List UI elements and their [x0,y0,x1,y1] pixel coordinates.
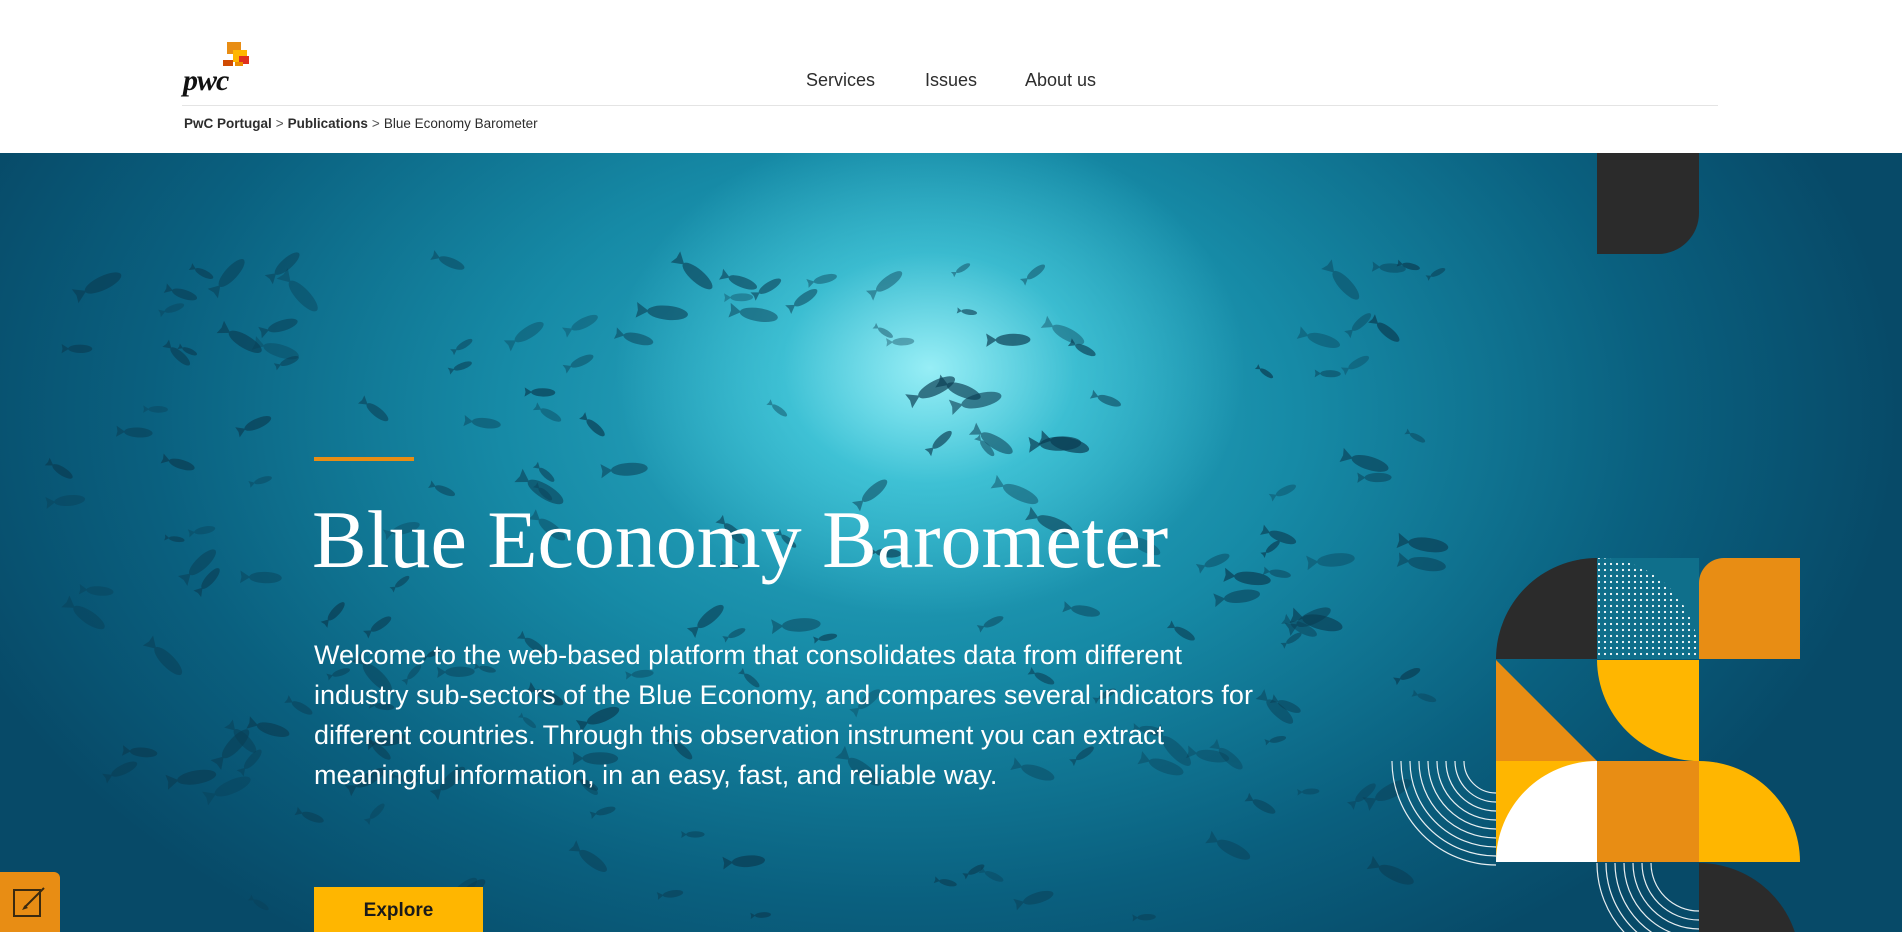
feedback-button[interactable] [0,872,60,932]
hero-title: Blue Economy Barometer [312,494,1169,585]
nav-item-issues[interactable]: Issues [925,70,977,91]
hero-banner: Blue Economy Barometer Welcome to the we… [0,153,1902,932]
hero-accent-line [314,457,414,461]
breadcrumb-current: Blue Economy Barometer [383,116,538,131]
breadcrumb-link-pwc-portugal[interactable]: PwC Portugal [184,116,272,131]
breadcrumb: PwC Portugal > Publications > Blue Economy B… [184,116,538,131]
explore-button[interactable]: Explore [314,887,483,932]
hero-description: Welcome to the web-based platform that c… [314,640,1253,790]
nav-divider [182,105,1718,106]
main-nav: Services Issues About us [0,70,1902,100]
nav-item-services[interactable]: Services [806,70,875,91]
edit-note-icon [13,887,45,917]
breadcrumb-link-publications[interactable]: Publications [288,116,368,131]
nav-item-about-us[interactable]: About us [1025,70,1096,91]
breadcrumb-separator: > [275,116,284,131]
site-header: pwc Services Issues About us PwC Portuga… [0,0,1902,153]
breadcrumb-separator: > [371,116,380,131]
